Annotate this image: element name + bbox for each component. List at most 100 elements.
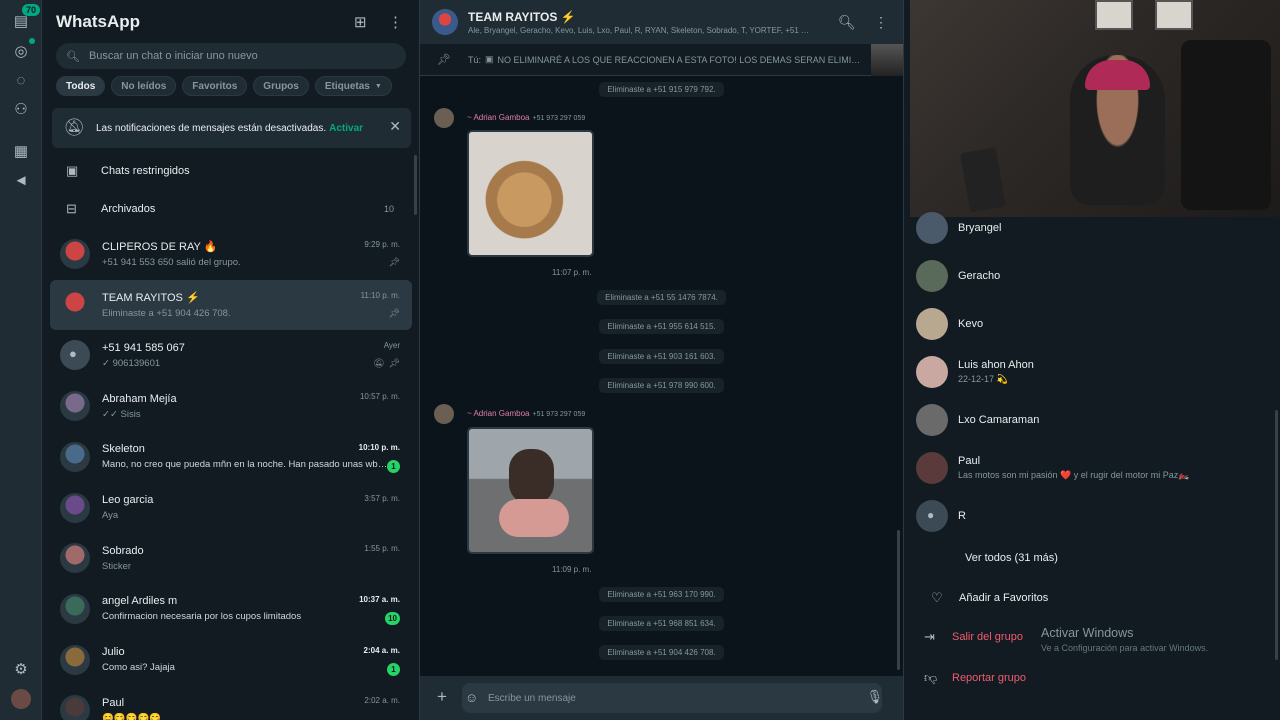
group-info-panel: Bryangel Geracho Kevo Luis ahon Ahon 22-12-1… (903, 0, 1280, 720)
search-input[interactable]: 🔍︎ Buscar un chat o iniciar uno nuevo (56, 43, 406, 69)
avatar[interactable] (60, 644, 90, 675)
system-message: Eliminaste a +51 903 161 603. (420, 349, 903, 364)
member-item[interactable]: Bryangel (916, 208, 1256, 248)
pin-icon: 📌︎ (388, 257, 400, 267)
chat-item[interactable]: Leo garcia Aya 3:57 p. m. (50, 483, 412, 533)
report-group-row[interactable]: 👎︎ Reportar grupo (924, 670, 1026, 686)
settings-icon[interactable]: ⚙ (11, 659, 31, 679)
member-item[interactable]: Kevo (916, 304, 1256, 344)
pinned-thumbnail[interactable] (871, 44, 903, 76)
restricted-chats-row[interactable]: ▣ Chats restringidos (56, 153, 406, 189)
avatar[interactable] (60, 593, 90, 624)
sender-name[interactable]: ~ Adrian Gamboa (467, 113, 529, 122)
plus-icon[interactable]: + (437, 687, 447, 707)
filter-labels[interactable]: Etiquetas ▼ (314, 76, 392, 96)
menu-icon[interactable]: ⋮ (388, 13, 403, 31)
sender-avatar[interactable] (434, 404, 454, 424)
member-status: Las motos son mi pasión ❤️ y el rugir de… (958, 470, 1190, 480)
member-item[interactable]: Paul Las motos son mi pasión ❤️ y el rugi… (916, 448, 1256, 488)
profile-avatar[interactable] (11, 689, 31, 709)
sender-line: ~ Adrian Gamboa +51 973 297 059 (467, 409, 585, 418)
chat-time: 9:29 p. m. (364, 240, 400, 249)
avatar[interactable] (916, 308, 948, 340)
message-input[interactable]: Escribe un mensaje (462, 683, 882, 713)
avatar[interactable] (916, 356, 948, 388)
system-message: Eliminaste a +51 904 426 708. (420, 645, 903, 660)
member-name: Luis ahon Ahon (958, 359, 1034, 371)
avatar[interactable] (916, 404, 948, 436)
search-icon[interactable]: 🔍︎ (838, 14, 856, 31)
avatar[interactable]: ● (916, 500, 948, 532)
sender-name[interactable]: ~ Adrian Gamboa (467, 409, 529, 418)
member-status: 22-12-17 💫 (958, 374, 1008, 384)
activate-link[interactable]: Activar (329, 123, 363, 134)
member-item[interactable]: ● R (916, 496, 1256, 536)
leave-group-row[interactable]: ⇥ Salir del grupo (924, 629, 1023, 645)
avatar[interactable] (60, 543, 90, 574)
avatar[interactable] (916, 260, 948, 292)
conversation-scrollbar[interactable] (897, 530, 900, 670)
menu-icon[interactable]: ⋮ (874, 14, 888, 31)
see-all-members[interactable]: Ver todos (31 más) (965, 552, 1058, 564)
filter-labels-text: Etiquetas (324, 80, 370, 92)
chat-time: 1:55 p. m. (364, 544, 400, 554)
filter-groups[interactable]: Grupos (253, 76, 309, 96)
info-scrollbar[interactable] (1275, 410, 1278, 660)
avatar[interactable] (60, 239, 90, 269)
chat-time: 11:10 p. m. (360, 290, 400, 300)
chat-time: 10:37 a. m. (359, 594, 400, 604)
chat-item[interactable]: Sobrado Sticker 1:55 p. m. (50, 533, 412, 583)
chat-preview: +51 941 553 650 salió del grupo. (102, 257, 241, 268)
megaphone-icon[interactable]: ◄ (11, 170, 31, 190)
filter-unread[interactable]: No leídos (111, 76, 177, 96)
avatar[interactable] (60, 289, 90, 320)
member-item[interactable]: Lxo Camaraman (916, 400, 1256, 440)
member-item[interactable]: Geracho (916, 256, 1256, 296)
avatar[interactable] (916, 452, 948, 484)
channels-icon[interactable]: ◌ (11, 70, 31, 90)
system-message: Eliminaste a +51 55 1476 7874. (420, 290, 903, 305)
status-icon[interactable]: ◎ (11, 41, 31, 61)
conversation-header[interactable]: TEAM RAYITOS ⚡ Ale, Bryangel, Geracho, K… (420, 0, 903, 44)
chat-preview: Como asi? Jajaja (102, 662, 175, 674)
member-name: Paul (958, 455, 981, 467)
group-avatar[interactable] (432, 9, 458, 35)
system-message: Eliminaste a +51 978 990 600. (420, 378, 903, 393)
archived-row[interactable]: ⊟ Archivados 10 (56, 191, 406, 227)
avatar[interactable]: ● (60, 340, 90, 371)
pin-icon: 📌︎ (388, 307, 400, 318)
chat-item[interactable]: ● +51 941 585 067 ✓ 906139601 Ayer 🔕︎ 📌︎ (50, 330, 412, 380)
add-favorites-row[interactable]: ♡ Añadir a Favoritos (931, 590, 1048, 606)
filter-all[interactable]: Todos (56, 76, 106, 96)
avatar[interactable] (60, 492, 90, 523)
avatar[interactable] (916, 212, 948, 244)
avatar[interactable] (60, 441, 90, 472)
avatar[interactable] (60, 695, 90, 720)
conversation-panel: TEAM RAYITOS ⚡ Ale, Bryangel, Geracho, K… (420, 0, 903, 720)
close-icon[interactable]: ✕ (389, 118, 401, 135)
avatar[interactable] (60, 391, 90, 422)
pinned-message-bar[interactable]: 📌︎ Tú: ▣ NO ELIMINARÉ A LOS QUE REACCION… (420, 44, 903, 76)
chat-list-scrollbar[interactable] (414, 155, 417, 215)
emoji-icon[interactable]: ☺ (465, 690, 478, 705)
chat-item[interactable]: Abraham Mejía ✓✓ Sisis 10:57 p. m. (50, 381, 412, 431)
chat-item[interactable]: Paul 😊😋😋😋😋 2:02 a. m. (50, 685, 412, 720)
communities-icon[interactable]: ⚇ (11, 99, 31, 119)
chat-item[interactable]: TEAM RAYITOS ⚡ Eliminaste a +51 904 426 7… (50, 279, 412, 330)
message-image[interactable] (467, 130, 594, 257)
member-item[interactable]: Luis ahon Ahon 22-12-17 💫 (916, 352, 1256, 392)
chat-item[interactable]: Skeleton Mano, no creo que pueda mñn en l… (50, 432, 412, 482)
chat-item[interactable]: Julio Como asi? Jajaja 2:04 a. m. 1 (50, 635, 412, 685)
chat-list-panel: WhatsApp ⊞ ⋮ 🔍︎ Buscar un chat o iniciar… (42, 0, 420, 720)
filter-favorites[interactable]: Favoritos (182, 76, 248, 96)
sender-phone: +51 973 297 059 (532, 411, 586, 418)
new-chat-icon[interactable]: ⊞ (354, 13, 367, 31)
chat-item[interactable]: CLIPEROS DE RAY 🔥 +51 941 553 650 salió d… (50, 229, 412, 279)
chat-preview: 😊😋😋😋😋 (102, 712, 162, 720)
chat-item[interactable]: angel Ardiles m Confirmacion necesaria po… (50, 584, 412, 634)
sender-avatar[interactable] (434, 108, 454, 128)
member-name: Geracho (958, 270, 1001, 282)
microphone-icon[interactable]: 🎙︎ (866, 689, 883, 705)
catalog-icon[interactable]: ▦ (11, 141, 31, 161)
message-image[interactable] (467, 427, 594, 554)
